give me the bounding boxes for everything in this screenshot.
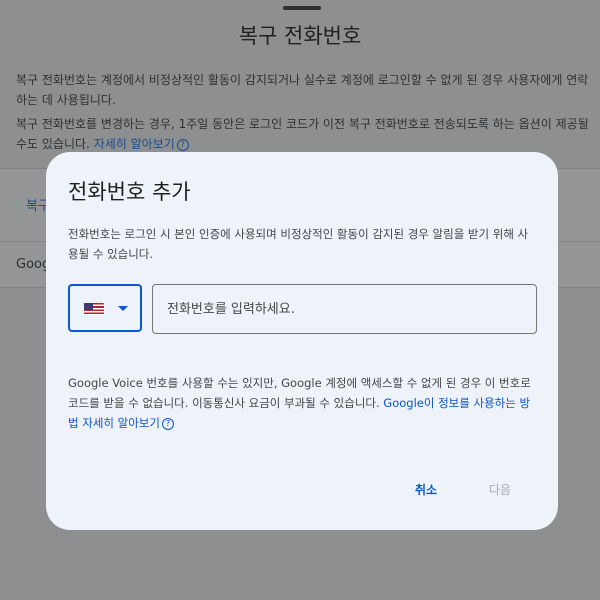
cancel-button[interactable]: 취소: [402, 476, 450, 504]
phone-number-input[interactable]: [152, 284, 537, 334]
help-circle-icon: ?: [161, 417, 174, 430]
add-phone-dialog: 전화번호 추가 전화번호는 로그인 시 본인 인증에 사용되며 비정상적인 활동…: [46, 152, 558, 530]
voice-note: Google Voice 번호를 사용할 수는 있지만, Google 계정에 …: [68, 373, 538, 433]
flag-canton: [84, 303, 93, 310]
next-button[interactable]: 다음: [476, 476, 524, 504]
us-flag-icon: [84, 303, 104, 315]
dialog-title: 전화번호 추가: [68, 180, 191, 204]
dropdown-arrow-icon: [118, 306, 128, 311]
dialog-description: 전화번호는 로그인 시 본인 인증에 사용되며 비정상적인 활동이 감지된 경우…: [68, 227, 529, 261]
country-code-select[interactable]: [68, 284, 142, 332]
